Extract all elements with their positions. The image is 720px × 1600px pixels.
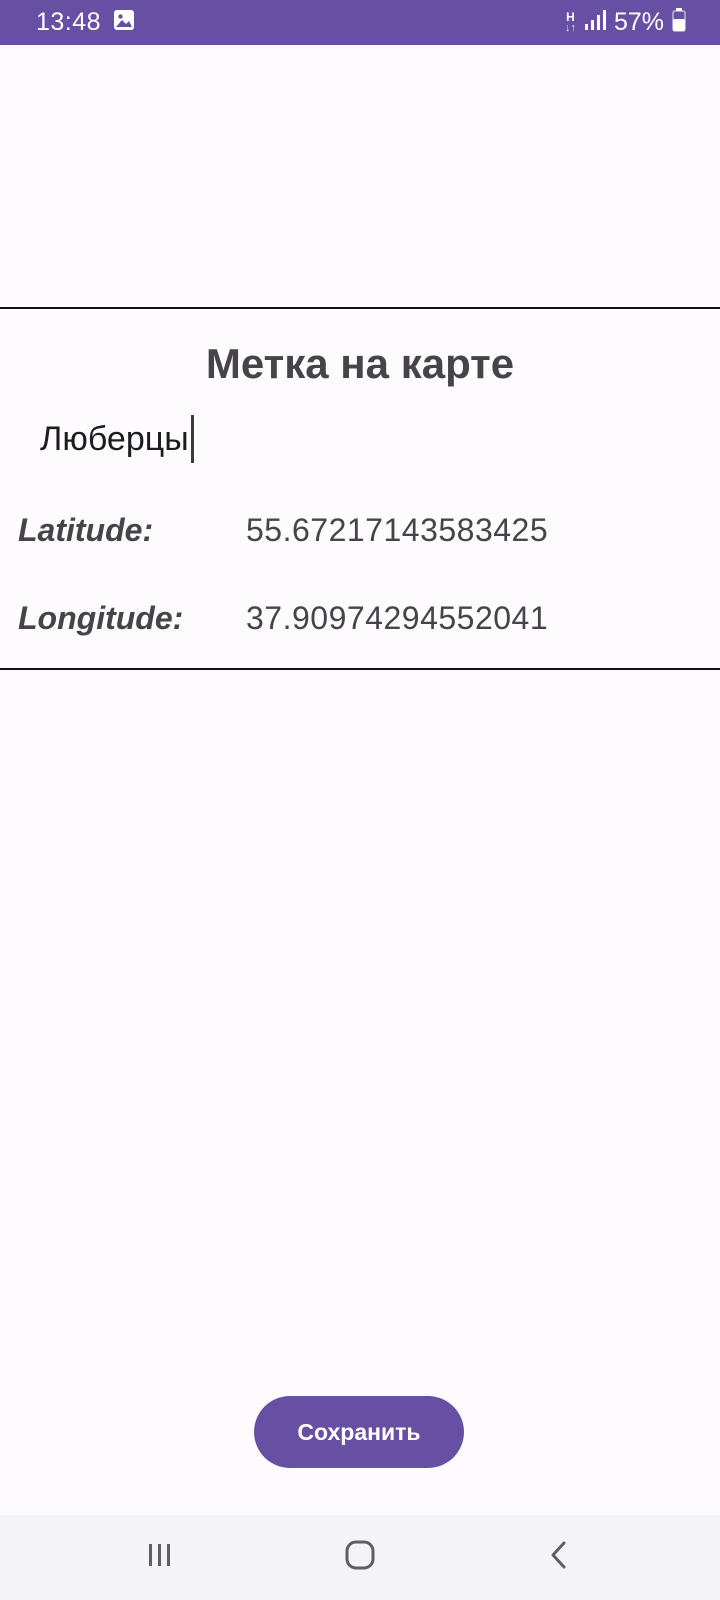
home-icon (343, 1538, 377, 1577)
longitude-value: 37.90974294552041 (246, 600, 549, 636)
save-button[interactable]: Сохранить (254, 1396, 464, 1468)
network-arrows: ↓↑ (564, 21, 576, 34)
navigation-bar (0, 1515, 720, 1600)
battery-icon (672, 8, 686, 37)
latitude-row: Latitude: 55.67217143583425 (0, 512, 720, 562)
status-time: 13:48 (36, 8, 102, 36)
home-button[interactable] (320, 1528, 400, 1588)
recent-apps-icon (145, 1540, 175, 1575)
bottom-divider (0, 668, 720, 670)
back-icon (545, 1540, 575, 1575)
top-divider (0, 307, 720, 309)
place-name-input[interactable]: Люберцы (40, 414, 194, 464)
longitude-row: Longitude: 37.90974294552041 (0, 600, 720, 650)
status-right: H ↓↑ 57% (565, 8, 686, 37)
text-caret (190, 415, 194, 463)
battery-percent: 57% (613, 8, 664, 36)
data-transfer-icon: H ↓↑ (564, 9, 576, 34)
place-name-value: Люберцы (40, 419, 189, 458)
recent-apps-button[interactable] (120, 1528, 200, 1588)
status-bar: 13:48 H ↓↑ 57% (0, 0, 720, 45)
signal-icon (584, 9, 606, 36)
map-area[interactable] (0, 45, 720, 308)
longitude-label: Longitude: (18, 600, 184, 636)
page-title: Метка на карте (205, 340, 515, 387)
status-left: 13:48 (36, 8, 135, 37)
latitude-value: 55.67217143583425 (246, 512, 549, 548)
latitude-label: Latitude: (18, 512, 154, 548)
gallery-icon (113, 9, 135, 36)
network-type-label: H (566, 9, 575, 24)
back-button[interactable] (520, 1528, 600, 1588)
